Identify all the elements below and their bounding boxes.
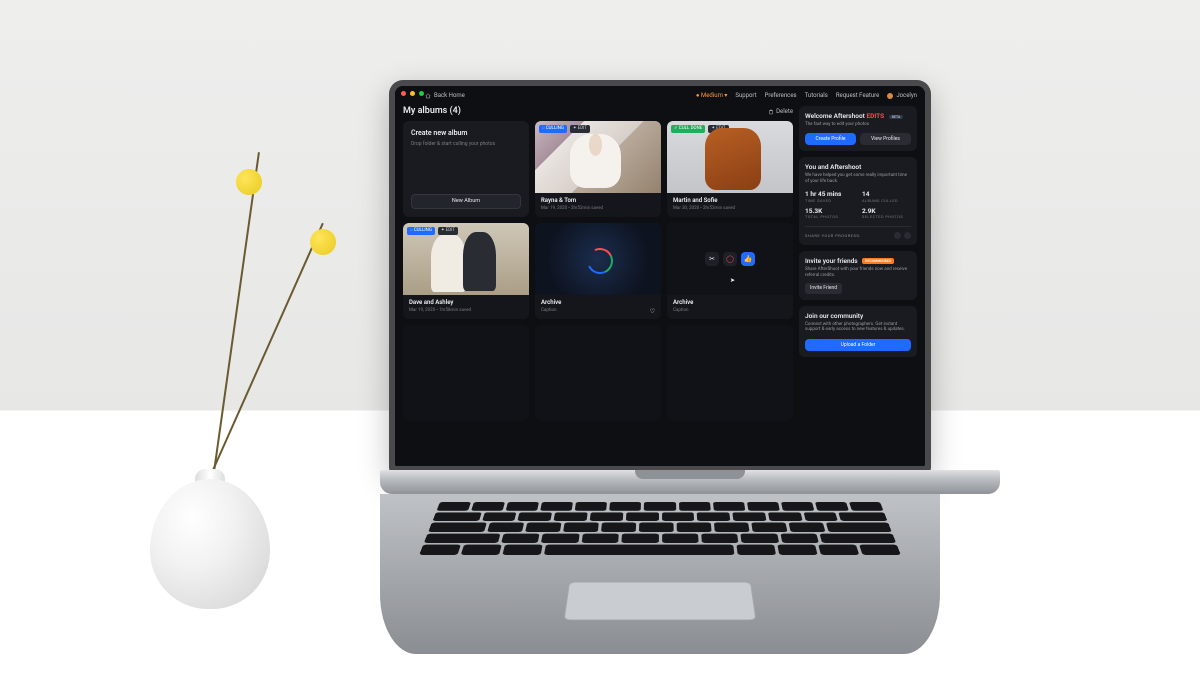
album-name: Rayna & Tom	[541, 197, 655, 205]
view-profiles-button[interactable]: View Profiles	[860, 133, 911, 145]
welcome-title: Welcome Aftershoot EDITS BETA	[805, 112, 911, 120]
delete-button[interactable]: Delete	[768, 108, 793, 116]
edit-badge: ✦EDIT	[708, 125, 728, 133]
album-sub: Caption	[541, 308, 655, 314]
home-icon	[425, 93, 431, 99]
thumbs-up-icon: 👍	[741, 252, 755, 266]
create-album-tip: Drop folder & start culling your photos	[411, 141, 521, 147]
beta-badge: BETA	[889, 115, 904, 119]
nav-support[interactable]: Support	[735, 92, 756, 100]
recommended-badge: RECOMMENDED	[862, 258, 894, 264]
edits-label: EDITS	[866, 112, 884, 120]
culling-badge: ◌CULLING	[539, 125, 567, 133]
album-sub: Caption	[673, 308, 787, 314]
stat-label: TIME SAVED	[805, 199, 854, 204]
wand-icon: ✦	[573, 126, 577, 132]
create-album-heading: Create new album	[411, 129, 521, 138]
wand-icon: ✦	[711, 126, 715, 132]
user-name: Jocelyn	[896, 92, 917, 99]
facebook-icon[interactable]	[894, 232, 901, 239]
album-card[interactable]: ◌CULLING ✦EDIT Rayna & Tom Mar 19, 2020 …	[535, 121, 661, 217]
album-sub: Mar 19, 2020 • 2hr53min saved	[541, 206, 655, 212]
cull-done-badge: ✓CULL DONE	[671, 125, 705, 133]
nav-preferences[interactable]: Preferences	[765, 92, 797, 100]
trash-icon	[768, 109, 774, 115]
invite-friend-button[interactable]: Invite Friend	[805, 283, 842, 293]
create-profile-button[interactable]: Create Profile	[805, 133, 856, 145]
community-sub: Connect with other photographers. Get in…	[805, 322, 911, 333]
album-card[interactable]: ✓CULL DONE ✦EDIT Martin and Sofie Mar 30…	[667, 121, 793, 217]
album-sub: Mar 30, 2020 • 2hr53min saved	[673, 206, 787, 212]
welcome-panel: Welcome Aftershoot EDITS BETA The fast w…	[799, 106, 917, 151]
instagram-icon[interactable]	[904, 232, 911, 239]
album-card[interactable]: Archive Caption ♡	[535, 223, 661, 319]
album-card[interactable]: ◌CULLING ✦EDIT Dave and Ashley Mar 19, 2…	[403, 223, 529, 319]
stats-title: You and Aftershoot	[805, 163, 911, 171]
close-icon[interactable]	[401, 91, 406, 96]
wand-icon: ✦	[441, 228, 445, 234]
share-label: SHARE YOUR PROGRESS:	[805, 233, 861, 238]
quality-dropdown-label: Medium	[701, 92, 723, 99]
album-name: Archive	[541, 299, 655, 307]
check-icon: ✓	[674, 126, 678, 132]
avatar	[887, 93, 893, 99]
minimize-icon[interactable]	[410, 91, 415, 96]
app-window: Back Home ● Medium ▾ Support Preferences…	[395, 86, 925, 466]
side-pane: Welcome Aftershoot EDITS BETA The fast w…	[799, 106, 917, 458]
edit-badge: ✦EDIT	[570, 125, 590, 133]
album-card[interactable]: ✂ ◯ 👍 Archive Caption ➤	[667, 223, 793, 319]
maximize-icon[interactable]	[419, 91, 424, 96]
stat-label: ALBUMS CULLED	[862, 199, 911, 204]
invite-panel: Invite your friends RECOMMENDED Share Af…	[799, 251, 917, 300]
laptop: Back Home ● Medium ▾ Support Preferences…	[380, 80, 940, 654]
cursor-icon: ➤	[730, 277, 735, 285]
community-panel: Join our community Connect with other ph…	[799, 306, 917, 358]
spinner-icon: ◌	[542, 126, 545, 132]
share-row: SHARE YOUR PROGRESS:	[805, 226, 911, 239]
album-thumbnail	[535, 223, 661, 295]
album-thumbnail: ✓CULL DONE ✦EDIT	[667, 121, 793, 193]
decorative-vase	[130, 379, 290, 609]
spinner-icon: ◌	[410, 228, 413, 234]
crop-icon: ✂	[705, 252, 719, 266]
back-home-label: Back Home	[434, 92, 465, 100]
stats-sub: We have helped you get some really impor…	[805, 173, 911, 184]
album-name: Dave and Ashley	[409, 299, 523, 307]
delete-label: Delete	[776, 108, 793, 116]
edit-badge: ✦EDIT	[438, 227, 458, 235]
nav-request-feature[interactable]: Request Feature	[836, 92, 879, 100]
culling-badge: ◌CULLING	[407, 227, 435, 235]
album-sub: Mar 19, 2020 • 1hr58min saved	[409, 308, 523, 314]
community-title: Join our community	[805, 312, 911, 320]
heart-icon[interactable]: ♡	[650, 308, 655, 316]
welcome-sub: The fast way to edit your photos	[805, 122, 911, 128]
quality-dropdown[interactable]: ● Medium ▾	[696, 92, 727, 100]
new-album-button[interactable]: New Album	[411, 194, 521, 209]
back-home-button[interactable]: Back Home	[425, 92, 465, 100]
chevron-down-icon: ▾	[724, 92, 727, 99]
empty-slot	[667, 325, 793, 421]
user-menu[interactable]: Jocelyn	[887, 92, 917, 100]
upload-folder-button[interactable]: Upload a Folder	[805, 339, 911, 351]
invite-title: Invite your friends RECOMMENDED	[805, 257, 911, 265]
stats-panel: You and Aftershoot We have helped you ge…	[799, 157, 917, 245]
create-album-card[interactable]: Create new album Drop folder & start cul…	[403, 121, 529, 217]
album-thumbnail: ◌CULLING ✦EDIT	[403, 223, 529, 295]
album-thumbnail: ◌CULLING ✦EDIT	[535, 121, 661, 193]
album-name: Martin and Sofie	[673, 197, 787, 205]
top-bar: Back Home ● Medium ▾ Support Preferences…	[425, 90, 917, 102]
album-name: Archive	[673, 299, 787, 307]
stat-label: SELECTED PHOTOS	[862, 215, 911, 220]
main-pane: My albums (4) Delete	[403, 106, 793, 458]
invite-sub: Share AfterShoot with your friends now a…	[805, 267, 911, 278]
empty-slot	[403, 325, 529, 421]
page-title: My albums (4)	[403, 106, 461, 117]
nav-tutorials[interactable]: Tutorials	[805, 92, 828, 100]
window-controls	[401, 91, 424, 96]
logo-icon: ◯	[723, 252, 737, 266]
stat-label: TOTAL PHOTOS	[805, 215, 854, 220]
empty-slot	[535, 325, 661, 421]
